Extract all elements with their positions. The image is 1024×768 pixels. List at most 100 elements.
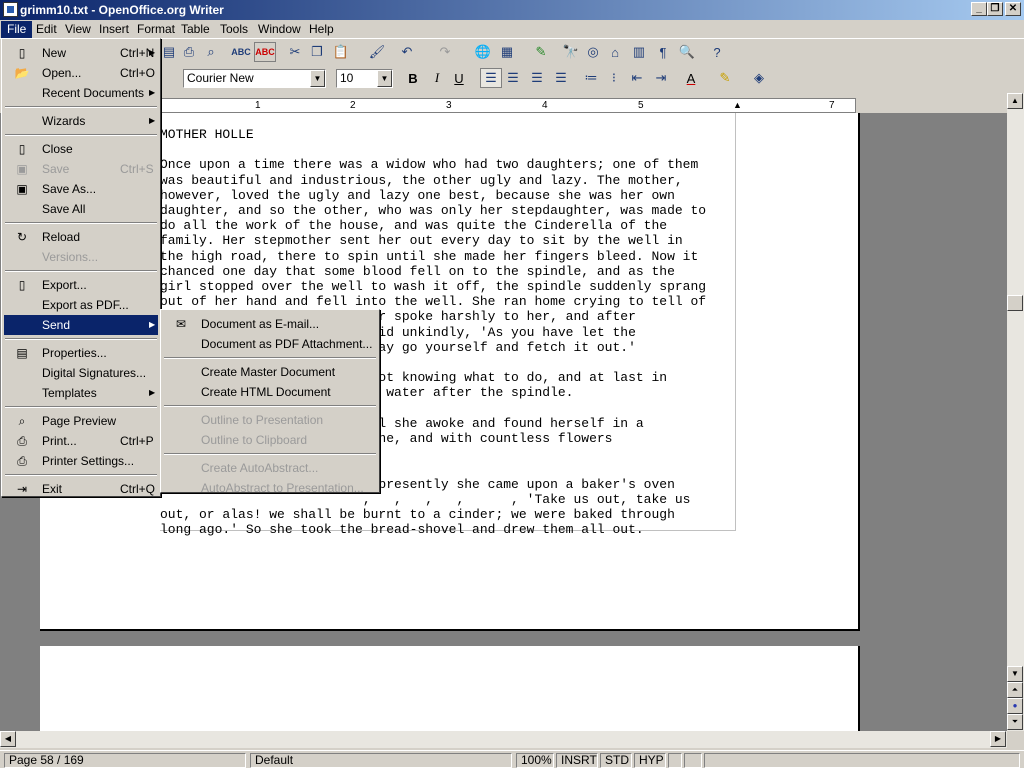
menu-item-document-as-pdf-attachment[interactable]: Document as PDF Attachment... xyxy=(163,334,377,354)
horizontal-ruler[interactable]: 1 2 3 4 5 7 ▲ xyxy=(160,98,856,113)
paste-icon[interactable]: 📋 xyxy=(330,42,352,62)
scroll-right-button[interactable]: ▶ xyxy=(990,731,1006,747)
table-icon[interactable]: ▦ xyxy=(496,42,518,62)
bullets-icon[interactable]: ⁝ xyxy=(603,68,625,88)
menu-item-wizards[interactable]: Wizards ▶ xyxy=(4,111,158,131)
menu-item-open[interactable]: 📂 Open... Ctrl+O xyxy=(4,63,158,83)
prev-page-button[interactable]: ⏶ xyxy=(1007,682,1023,698)
menu-item-export-as-pdf[interactable]: Export as PDF... xyxy=(4,295,158,315)
close-button[interactable]: ✕ xyxy=(1005,2,1021,16)
chevron-down-icon[interactable]: ▼ xyxy=(377,70,392,87)
next-page-button[interactable]: ⏷ xyxy=(1007,714,1023,730)
menu-item-save-as[interactable]: ▣ Save As... xyxy=(4,179,158,199)
font-name-combo[interactable]: Courier New ▼ xyxy=(183,69,326,88)
font-color-icon[interactable]: A xyxy=(680,68,702,88)
show-draw-icon[interactable]: ✎ xyxy=(530,42,552,62)
align-left-icon[interactable]: ☰ xyxy=(480,68,502,88)
app-icon[interactable] xyxy=(3,2,18,17)
menu-item-digital-signatures[interactable]: Digital Signatures... xyxy=(4,363,158,383)
menu-item-save-all[interactable]: Save All xyxy=(4,199,158,219)
zoom-level[interactable]: 100% xyxy=(516,753,554,768)
scroll-up-button[interactable]: ▲ xyxy=(1007,93,1023,109)
menu-format[interactable]: Format xyxy=(131,21,181,38)
align-right-icon[interactable]: ☰ xyxy=(526,68,548,88)
menu-separator xyxy=(5,134,157,136)
scroll-down-button[interactable]: ▼ xyxy=(1007,666,1023,682)
menu-insert[interactable]: Insert xyxy=(93,21,135,38)
menu-item-export[interactable]: ▯ Export... xyxy=(4,275,158,295)
minimize-button[interactable]: _ xyxy=(971,2,987,16)
datasource-icon[interactable]: ▥ xyxy=(628,42,650,62)
menu-item-label: Wizards xyxy=(42,114,86,128)
menu-table[interactable]: Table xyxy=(175,21,216,38)
page-preview-icon: ⌕ xyxy=(18,414,26,428)
copy-icon[interactable]: ❐ xyxy=(306,42,328,62)
right-margin-marker[interactable]: ▲ xyxy=(733,100,742,110)
menu-item-recent-documents[interactable]: Recent Documents ▶ xyxy=(4,83,158,103)
menu-edit[interactable]: Edit xyxy=(30,21,63,38)
page-preview-icon[interactable]: ⌕ xyxy=(200,42,222,62)
selection-mode[interactable]: STD xyxy=(600,753,632,768)
underline-icon[interactable]: U xyxy=(448,68,470,88)
zoom-icon[interactable]: 🔍 xyxy=(676,42,698,62)
page-style[interactable]: Default xyxy=(250,753,512,768)
font-size-combo[interactable]: 10 ▼ xyxy=(336,69,393,88)
send-submenu: ✉ Document as E-mail... Document as PDF At… xyxy=(160,309,380,495)
menu-item-properties[interactable]: ▤ Properties... xyxy=(4,343,158,363)
menu-item-printer-settings[interactable]: ⎙ Printer Settings... xyxy=(4,451,158,471)
navigator-icon[interactable]: ◎ xyxy=(582,42,604,62)
redo-icon[interactable]: ↷ xyxy=(434,42,456,62)
justify-icon[interactable]: ☰ xyxy=(550,68,572,88)
numbering-icon[interactable]: ≔ xyxy=(580,68,602,88)
scroll-left-button[interactable]: ◀ xyxy=(0,731,16,747)
chevron-down-icon[interactable]: ▼ xyxy=(310,70,325,87)
menu-item-close[interactable]: ▯ Close xyxy=(4,139,158,159)
find-icon[interactable]: 🔭 xyxy=(560,42,582,62)
menu-item-templates[interactable]: Templates ▶ xyxy=(4,383,158,403)
page-indicator[interactable]: Page 58 / 169 xyxy=(4,753,246,768)
menu-item-page-preview[interactable]: ⌕ Page Preview xyxy=(4,411,158,431)
print-icon[interactable]: ⎙ xyxy=(178,42,200,62)
navigation-icon[interactable]: ● xyxy=(1007,698,1023,714)
gallery-icon[interactable]: ⌂ xyxy=(604,42,626,62)
hyperlink-icon[interactable]: 🌐 xyxy=(472,42,494,62)
background-color-icon[interactable]: ◈ xyxy=(748,68,770,88)
autospellcheck-icon[interactable]: ABC xyxy=(254,42,276,62)
increase-indent-icon[interactable]: ⇥ xyxy=(650,68,672,88)
hyphenation-mode[interactable]: HYP xyxy=(634,753,666,768)
menu-item-create-html-document[interactable]: Create HTML Document xyxy=(163,382,377,402)
align-center-icon[interactable]: ☰ xyxy=(502,68,524,88)
italic-icon[interactable]: I xyxy=(426,68,448,88)
menu-window[interactable]: Window xyxy=(252,21,307,38)
menu-item-print[interactable]: ⎙ Print... Ctrl+P xyxy=(4,431,158,451)
menu-item-label: Create HTML Document xyxy=(201,385,331,399)
menu-item-create-master-document[interactable]: Create Master Document xyxy=(163,362,377,382)
text-line: do all the work of the house, and was qu… xyxy=(160,218,668,234)
bold-icon[interactable]: B xyxy=(402,68,424,88)
menu-item-reload[interactable]: ↻ Reload xyxy=(4,227,158,247)
format-paintbrush-icon[interactable]: 🖌 xyxy=(366,42,388,62)
cut-icon[interactable]: ✂ xyxy=(284,42,306,62)
horizontal-scrollbar[interactable]: ◀ ▶ xyxy=(0,731,1007,748)
menu-view[interactable]: View xyxy=(59,21,97,38)
help-icon[interactable]: ? xyxy=(706,42,728,62)
insert-mode[interactable]: INSRT xyxy=(556,753,598,768)
menu-item-document-as-e-mail[interactable]: ✉ Document as E-mail... xyxy=(163,314,377,334)
menu-item-send[interactable]: Send ▶ xyxy=(4,315,158,335)
menu-file[interactable]: File xyxy=(1,21,33,38)
menu-tools[interactable]: Tools xyxy=(214,21,254,38)
text-line: long ago.' So she took the bread-shovel … xyxy=(160,522,644,538)
scroll-thumb[interactable] xyxy=(1007,295,1023,311)
spellcheck-icon[interactable]: ABC xyxy=(230,42,252,62)
pdf-icon[interactable]: ▤ xyxy=(158,42,180,62)
vertical-scrollbar[interactable]: ▲ ▼ ⏶ ● ⏷ xyxy=(1007,93,1024,731)
nonprinting-chars-icon[interactable]: ¶ xyxy=(652,42,674,62)
highlight-icon[interactable]: ✎ xyxy=(714,68,736,88)
submenu-arrow-icon: ▶ xyxy=(149,48,156,57)
menu-item-new[interactable]: ▯ New Ctrl+N ▶ xyxy=(4,43,158,63)
menu-item-exit[interactable]: ⇥ Exit Ctrl+Q xyxy=(4,479,158,499)
undo-icon[interactable]: ↶ xyxy=(396,42,418,62)
menu-help[interactable]: Help xyxy=(303,21,340,38)
restore-button[interactable]: ❐ xyxy=(987,2,1003,16)
decrease-indent-icon[interactable]: ⇤ xyxy=(626,68,648,88)
